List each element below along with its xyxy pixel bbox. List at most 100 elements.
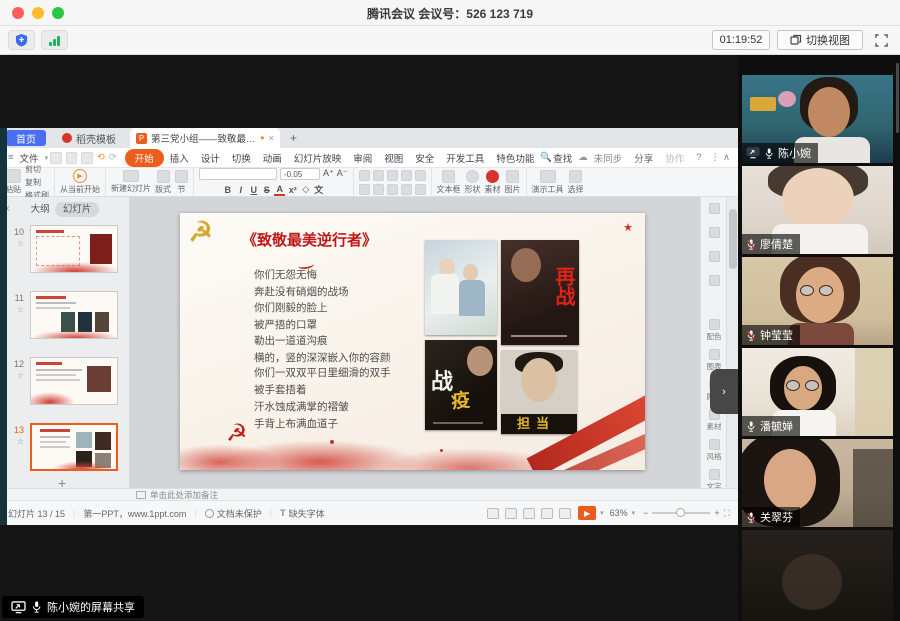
material-button[interactable]: 素材 [485,170,501,195]
shape-button[interactable]: 形状 [465,170,481,195]
notes-strip[interactable]: 单击此处添加备注 [0,488,738,500]
slide-canvas[interactable]: ☭ 《致敬最美逆行者》 ★ 你们无怨无悔 奔赴没有硝烟的战场 你们刚毅的脸上 被… [130,197,700,488]
sidebar-scrollbar-thumb[interactable] [896,63,899,133]
menu-features[interactable]: 特色功能 [490,149,540,167]
notes-toggle-icon[interactable] [487,508,499,519]
undo-icon[interactable]: ⟲ [97,152,105,163]
wps-scrollbar[interactable] [726,197,738,488]
wps-presentation-window[interactable]: 首页 稻壳模板 P 第三党小组——致敬最美逆行者 • × + ≡ 文件 ▾ ⟲ … [0,128,738,525]
video-tile-liaoqianchu[interactable]: 廖倩楚 [742,166,893,254]
rail-item-style[interactable]: 风格 [701,439,727,462]
wps-scrollbar-thumb[interactable] [729,209,737,269]
video-tile-panyuchan[interactable]: 潘毓婵 [742,348,893,436]
picture-button[interactable]: 图片 [505,170,521,195]
rail-icon-2[interactable] [701,227,727,239]
video-tile-chenxiaowan[interactable]: 陈小婉 [742,75,893,163]
play-options-caret[interactable]: ▾ [600,509,604,517]
security-shield-button[interactable] [8,30,35,50]
italic-button[interactable]: I [235,185,246,195]
menu-view[interactable]: 视图 [378,149,409,167]
bold-button[interactable]: B [222,185,233,195]
fit-slide-icon[interactable]: ⛶ [724,508,730,519]
zoom-out-button[interactable]: − [643,508,648,518]
new-tab-button[interactable]: + [290,131,297,145]
font-size-combobox[interactable]: -0.05 [280,168,320,180]
indent-increase-icon[interactable] [401,170,412,181]
rail-item-colors[interactable]: 配色 [701,319,727,342]
video-tile-guancuifen[interactable]: 关翠芬 [742,439,893,527]
reading-view-icon[interactable] [541,508,553,519]
zoom-level[interactable]: 63% [610,508,628,518]
redo-icon[interactable]: ⟳ [109,152,117,163]
tab-home[interactable]: 首页 [6,130,46,146]
outline-tab[interactable]: 大纲 [31,204,50,215]
numbered-list-icon[interactable] [373,170,384,181]
search-icon[interactable]: 🔍 [540,152,552,163]
switch-view-button[interactable]: 切换视图 [777,30,863,50]
rail-icon-4[interactable] [701,275,727,287]
slide-thumbnail-13-current[interactable] [30,423,118,471]
play-from-current-button[interactable]: ▶ 从当前开始 [60,169,100,195]
cut-button[interactable]: 剪切 [25,164,41,175]
menu-insert[interactable]: 插入 [164,149,195,167]
line-spacing-icon[interactable] [415,170,426,181]
layout-button[interactable]: 版式 [155,170,171,195]
menu-security[interactable]: 安全 [409,149,440,167]
select-button[interactable]: 选择 [568,170,584,195]
rail-icon-1[interactable] [701,203,727,215]
underline-button[interactable]: U [248,185,259,195]
align-right-icon[interactable] [387,184,398,195]
tab-document-active[interactable]: P 第三党小组——致敬最美逆行者 • × [130,128,280,148]
text-box-button[interactable]: 文本框 [437,170,461,195]
menu-slideshow[interactable]: 幻灯片放映 [288,149,348,167]
superscript-button[interactable]: x² [287,185,298,195]
slide-thumbnail-12[interactable] [30,357,118,405]
text-effects-button[interactable]: 文 [313,183,324,196]
align-justify-icon[interactable] [401,184,412,195]
video-tile-partial[interactable] [742,530,893,621]
protection-status[interactable]: 文档未保护 [217,507,262,520]
font-color-button[interactable]: A [274,184,285,196]
share-button[interactable]: 分享 [628,149,659,167]
menu-find[interactable]: 查找 [552,149,578,167]
menu-animation[interactable]: 动画 [257,149,288,167]
bullet-list-icon[interactable] [359,170,370,181]
slides-tab[interactable]: 幻灯片 [55,202,100,217]
rail-icon-3[interactable] [701,251,727,263]
save-icon[interactable] [50,152,62,164]
highlight-button[interactable]: ◇ [300,184,311,195]
section-button[interactable]: 节 [175,170,188,195]
close-tab-icon[interactable]: × [268,133,274,144]
sync-status[interactable]: 未同步 [588,149,629,167]
panel-expand-handle[interactable]: › [710,369,738,414]
presenter-view-icon[interactable] [559,508,571,519]
decrease-font-icon[interactable]: A⁻ [337,168,348,180]
slideshow-play-button[interactable]: ▶ [578,506,596,520]
zoom-caret[interactable]: ▾ [632,509,636,517]
copy-button[interactable]: 复制 [25,177,41,188]
fullscreen-button[interactable] [869,30,893,50]
zoom-slider[interactable] [652,512,710,514]
collab-button[interactable]: 协作 [659,149,690,167]
menu-devtools[interactable]: 开发工具 [440,149,490,167]
menu-start[interactable]: 开始 [125,149,164,167]
more-icon[interactable]: ⋮ [711,152,721,163]
slide-thumbnail-11[interactable] [30,291,118,339]
font-name-combobox[interactable] [199,168,277,180]
menu-review[interactable]: 审阅 [347,149,378,167]
help-button[interactable]: ? [690,150,707,165]
zoom-slider-knob[interactable] [676,508,685,517]
slide-thumbnail-10[interactable] [30,225,118,273]
video-tile-zhongyingying[interactable]: 钟莹莹 [742,257,893,345]
paste-button[interactable]: 粘贴 [5,169,21,195]
slide-sorter-icon[interactable] [523,508,535,519]
indent-decrease-icon[interactable] [387,170,398,181]
tab-docer[interactable]: 稻壳模板 [54,130,124,146]
menu-transition[interactable]: 切换 [226,149,257,167]
align-center-icon[interactable] [373,184,384,195]
print-icon[interactable] [66,152,78,164]
preview-icon[interactable] [81,152,93,164]
zoom-in-button[interactable]: + [714,508,719,518]
new-slide-button[interactable]: 新建幻灯片 [111,170,151,194]
increase-font-icon[interactable]: A⁺ [323,168,334,180]
